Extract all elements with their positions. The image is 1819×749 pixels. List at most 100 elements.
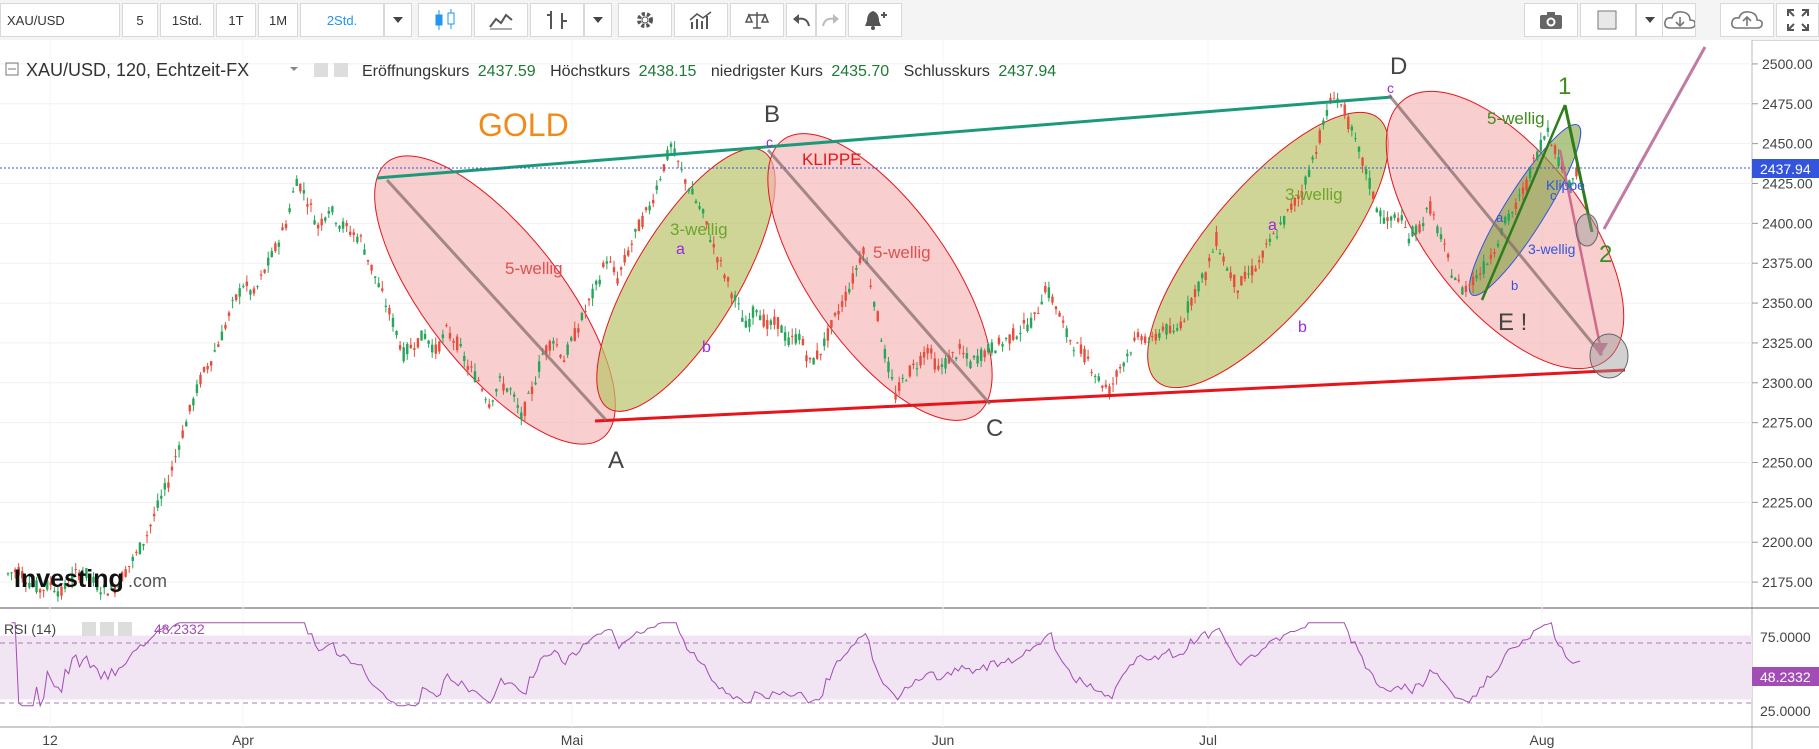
- candle: [1411, 225, 1414, 238]
- settings-button[interactable]: [618, 3, 672, 37]
- interval-label: 1T: [228, 12, 244, 28]
- indicators-button[interactable]: [674, 3, 728, 37]
- symbol-field[interactable]: XAU/USD: [0, 3, 120, 37]
- interval-label: 5: [136, 12, 144, 28]
- gear-icon[interactable]: [100, 622, 114, 636]
- interval-dropdown-button[interactable]: [384, 3, 412, 37]
- interval-label: 2Std.: [326, 12, 358, 28]
- wave-label: 3-wellig: [1285, 185, 1343, 204]
- fullscreen-icon: [1786, 9, 1809, 31]
- price-tick-label: 2325.00: [1762, 335, 1813, 351]
- price-tick-label: 2400.00: [1762, 215, 1813, 231]
- dropdown-icon: [593, 17, 603, 23]
- point-label-2: 2: [1599, 241, 1612, 268]
- time-tick-label: Apr: [232, 732, 254, 748]
- candle: [876, 310, 879, 323]
- alert-icon: [865, 11, 887, 30]
- interval-label: 1M: [268, 12, 288, 28]
- low-value: 2435.70: [831, 63, 889, 80]
- open-value: 2437.59: [478, 63, 536, 80]
- interval-1t-button[interactable]: 1T: [216, 3, 256, 37]
- interval-1std-button[interactable]: 1Std.: [160, 3, 214, 37]
- cloud-upload-button[interactable]: [1720, 3, 1774, 37]
- redo-button[interactable]: [816, 3, 846, 37]
- sub-wave-label: a: [1496, 210, 1504, 225]
- compare-scales-button[interactable]: [730, 3, 784, 37]
- undo-icon: [793, 14, 810, 27]
- candle: [994, 350, 997, 354]
- line-chart-button[interactable]: [474, 3, 528, 37]
- price-tick-label: 2375.00: [1762, 255, 1813, 271]
- color-dropdown-button[interactable]: [1636, 3, 1664, 37]
- sub-wave-label: c: [766, 134, 773, 150]
- dropdown-icon: [1645, 17, 1655, 23]
- rsi-current-badge: 48.2332: [1760, 669, 1811, 685]
- bars-compare-button[interactable]: [530, 3, 584, 37]
- candle: [908, 364, 912, 379]
- symbol-text: XAU/USD: [7, 12, 65, 28]
- snapshot-button[interactable]: [1524, 3, 1578, 37]
- gear-icon[interactable]: [334, 63, 348, 77]
- dropdown-icon: [393, 17, 403, 23]
- point-label-1: 1: [1558, 73, 1571, 100]
- point-label-e: E !: [1498, 309, 1527, 336]
- sub-wave-label: a: [1268, 217, 1277, 234]
- wave-label: 5-wellig: [505, 259, 563, 278]
- time-tick-label: Jun: [932, 732, 955, 748]
- last-price-badge: 2437.94: [1752, 159, 1819, 178]
- last-price-value: 2437.94: [1760, 161, 1811, 177]
- price-tick-label: 2300.00: [1762, 375, 1813, 391]
- eye-icon[interactable]: [82, 622, 96, 636]
- rsi-level-25: 25.0000: [1760, 703, 1811, 719]
- target-circle: [1589, 333, 1629, 379]
- point-label-c: C: [986, 415, 1003, 442]
- sub-wave-label: c: [1387, 80, 1394, 96]
- candle: [812, 357, 815, 365]
- wave-label: 5-wellig: [1487, 109, 1545, 128]
- candles-button[interactable]: [418, 3, 472, 37]
- cloud-download-button[interactable]: [1662, 3, 1696, 37]
- time-tick-label: Mai: [561, 732, 584, 748]
- wave-label: 3-wellig: [670, 220, 728, 239]
- alert-button[interactable]: [848, 3, 902, 37]
- sub-wave-label: b: [1511, 278, 1518, 293]
- target-circle-small: [1575, 213, 1599, 247]
- interval-5-button[interactable]: 5: [122, 3, 158, 37]
- price-tick-label: 2450.00: [1762, 136, 1813, 152]
- interval-1m-button[interactable]: 1M: [258, 3, 298, 37]
- candle: [420, 330, 423, 341]
- time-axis[interactable]: 12 Apr Mai Jun Jul Aug: [42, 732, 1554, 748]
- candles-icon: [435, 9, 455, 30]
- time-tick-label: 12: [42, 732, 58, 748]
- eye-icon[interactable]: [314, 63, 328, 77]
- undo-button[interactable]: [786, 3, 816, 37]
- price-tick-label: 2475.00: [1762, 96, 1813, 112]
- wave-label: 5-wellig: [873, 243, 931, 262]
- cloud-upload-icon: [1731, 11, 1763, 29]
- price-tick-label: 2225.00: [1762, 494, 1813, 510]
- color-picker-button[interactable]: [1580, 3, 1636, 37]
- sub-wave-label: b: [702, 339, 711, 356]
- sub-wave-label: a: [676, 241, 685, 258]
- bars-dropdown-button[interactable]: [584, 3, 612, 37]
- interval-label: 1Std.: [171, 12, 203, 28]
- high-label: Höchstkurs: [550, 63, 630, 80]
- time-tick-label: Jul: [1199, 732, 1217, 748]
- chart-toolbar: XAU/USD 5 1Std. 1T 1M 2Std.: [0, 0, 1819, 41]
- point-label-a: A: [608, 447, 624, 474]
- close-icon[interactable]: [118, 622, 132, 636]
- candle: [138, 541, 142, 555]
- rsi-value: 48.2332: [154, 621, 205, 637]
- rsi-level-75: 75.0000: [1760, 629, 1811, 645]
- line-chart-icon: [489, 13, 513, 30]
- price-tick-label: 2275.00: [1762, 415, 1813, 431]
- interval-2std-button[interactable]: 2Std.: [300, 3, 384, 37]
- sub-wave-label: b: [1298, 319, 1307, 336]
- fullscreen-button[interactable]: [1776, 3, 1819, 37]
- price-axis[interactable]: 2500.002475.002450.002425.002400.002375.…: [1752, 56, 1813, 590]
- close-value: 2437.94: [998, 63, 1056, 80]
- price-tick-label: 2500.00: [1762, 56, 1813, 72]
- gear-icon: [637, 12, 653, 28]
- price-chart[interactable]: GOLD KLIPPE Klippe 5-wellig 3-wellig 5-w…: [0, 40, 1819, 749]
- watermark-brand: Investing: [14, 565, 124, 593]
